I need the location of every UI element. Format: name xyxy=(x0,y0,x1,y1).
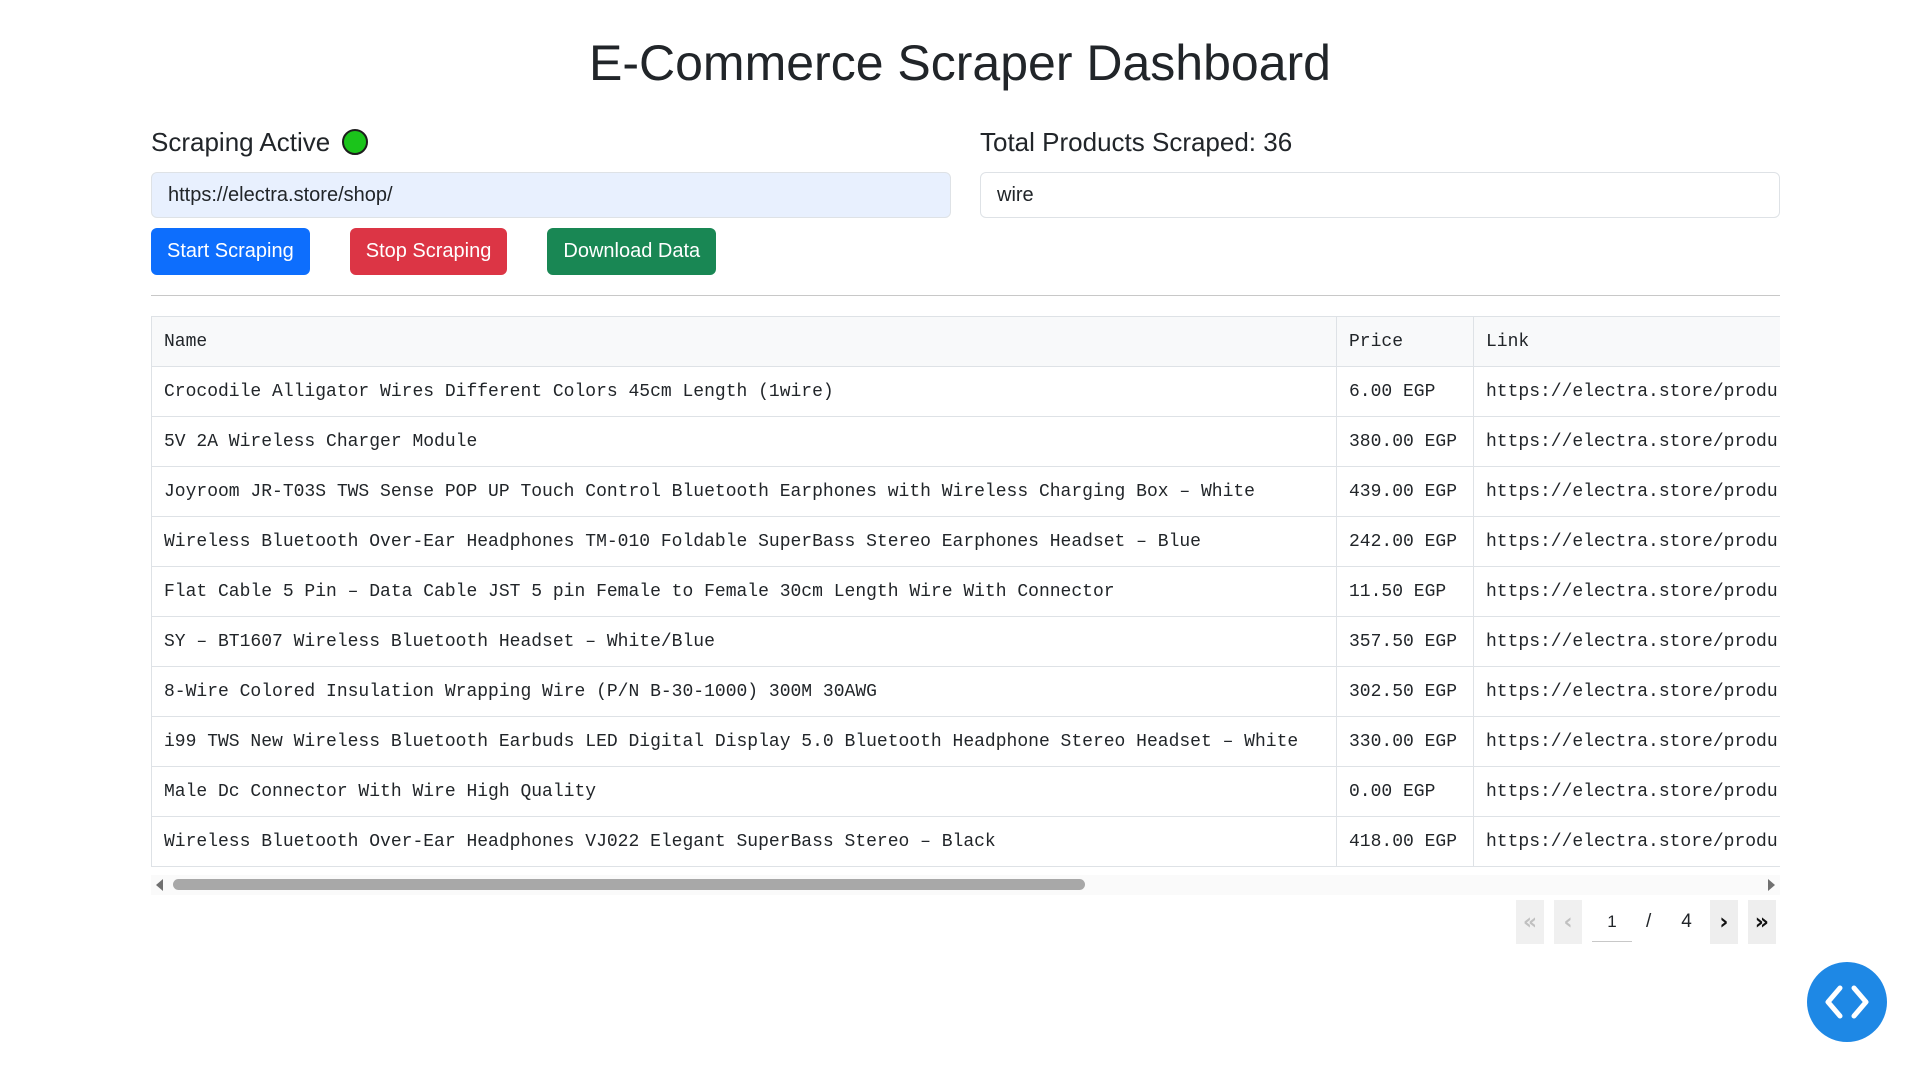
prev-page-button[interactable]: ‹ xyxy=(1554,900,1582,944)
table-row: Wireless Bluetooth Over-Ear Headphones T… xyxy=(151,516,1780,567)
products-table: Name Price Link Crocodile Alligator Wire… xyxy=(151,316,1780,867)
table-row: Wireless Bluetooth Over-Ear Headphones V… xyxy=(151,816,1780,867)
scroll-left-arrow-icon[interactable] xyxy=(156,879,163,891)
action-buttons: Start Scraping Stop Scraping Download Da… xyxy=(151,228,756,275)
cell-link[interactable]: https://electra.store/produ xyxy=(1473,516,1780,567)
stop-scraping-button[interactable]: Stop Scraping xyxy=(349,228,508,275)
last-page-button[interactable]: » xyxy=(1747,900,1776,944)
left-column: Scraping Active xyxy=(151,122,951,218)
cell-name: Wireless Bluetooth Over-Ear Headphones T… xyxy=(151,516,1337,567)
cell-name: Crocodile Alligator Wires Different Colo… xyxy=(151,366,1337,417)
scrollbar-thumb[interactable] xyxy=(173,879,1085,890)
pagination: « ‹ / 4 › » xyxy=(1516,900,1786,944)
cell-name: Flat Cable 5 Pin – Data Cable JST 5 pin … xyxy=(151,566,1337,617)
cell-link[interactable]: https://electra.store/produ xyxy=(1473,466,1780,517)
next-page-button[interactable]: › xyxy=(1709,900,1738,944)
cell-price: 11.50 EGP xyxy=(1336,566,1474,617)
column-header-name[interactable]: Name xyxy=(151,316,1337,367)
status-indicator-icon xyxy=(342,129,369,155)
cell-price: 439.00 EGP xyxy=(1336,466,1474,517)
cell-name: Wireless Bluetooth Over-Ear Headphones V… xyxy=(151,816,1337,867)
table-header-row: Name Price Link xyxy=(151,316,1780,367)
cell-name: Joyroom JR-T03S TWS Sense POP UP Touch C… xyxy=(151,466,1337,517)
current-page-input[interactable] xyxy=(1592,902,1632,942)
scraping-status: Scraping Active xyxy=(151,122,951,162)
products-table-container: Name Price Link Crocodile Alligator Wire… xyxy=(151,316,1780,894)
cell-price: 380.00 EGP xyxy=(1336,416,1474,467)
code-fab-button[interactable] xyxy=(1807,962,1887,1042)
table-row: Joyroom JR-T03S TWS Sense POP UP Touch C… xyxy=(151,466,1780,517)
chevron-left-icon: ‹ xyxy=(1563,909,1573,935)
cell-link[interactable]: https://electra.store/produ xyxy=(1473,366,1780,417)
cell-link[interactable]: https://electra.store/produ xyxy=(1473,816,1780,867)
cell-price: 418.00 EGP xyxy=(1336,816,1474,867)
table-row: Flat Cable 5 Pin – Data Cable JST 5 pin … xyxy=(151,566,1780,617)
table-row: Crocodile Alligator Wires Different Colo… xyxy=(151,366,1780,417)
table-row: 8-Wire Colored Insulation Wrapping Wire … xyxy=(151,666,1780,717)
total-pages: 4 xyxy=(1681,911,1692,932)
cell-name: 8-Wire Colored Insulation Wrapping Wire … xyxy=(151,666,1337,717)
dashboard-page: E-Commerce Scraper Dashboard Scraping Ac… xyxy=(0,0,1920,1080)
start-scraping-button[interactable]: Start Scraping xyxy=(151,228,310,275)
page-separator: / xyxy=(1646,911,1652,932)
right-column: Total Products Scraped: 36 xyxy=(980,122,1780,218)
table-row: SY – BT1607 Wireless Bluetooth Headset –… xyxy=(151,616,1780,667)
cell-name: Male Dc Connector With Wire High Quality xyxy=(151,766,1337,817)
column-header-price[interactable]: Price xyxy=(1336,316,1474,367)
url-input[interactable] xyxy=(151,172,951,218)
cell-price: 357.50 EGP xyxy=(1336,616,1474,667)
cell-name: 5V 2A Wireless Charger Module xyxy=(151,416,1337,467)
page-title: E-Commerce Scraper Dashboard xyxy=(589,35,1331,91)
cell-link[interactable]: https://electra.store/produ xyxy=(1473,416,1780,467)
column-header-link[interactable]: Link xyxy=(1473,316,1780,367)
cell-price: 302.50 EGP xyxy=(1336,666,1474,717)
cell-link[interactable]: https://electra.store/produ xyxy=(1473,616,1780,667)
table-row: i99 TWS New Wireless Bluetooth Earbuds L… xyxy=(151,716,1780,767)
total-products-label: Total Products Scraped: 36 xyxy=(980,126,1293,157)
scraping-status-label: Scraping Active xyxy=(151,126,331,157)
cell-name: SY – BT1607 Wireless Bluetooth Headset –… xyxy=(151,616,1337,667)
cell-price: 6.00 EGP xyxy=(1336,366,1474,417)
cell-link[interactable]: https://electra.store/produ xyxy=(1473,716,1780,767)
horizontal-scrollbar[interactable] xyxy=(151,875,1780,895)
cell-link[interactable]: https://electra.store/produ xyxy=(1473,766,1780,817)
cell-price: 0.00 EGP xyxy=(1336,766,1474,817)
cell-name: i99 TWS New Wireless Bluetooth Earbuds L… xyxy=(151,716,1337,767)
table-row: 5V 2A Wireless Charger Module 380.00 EGP… xyxy=(151,416,1780,467)
double-chevron-left-icon: « xyxy=(1522,909,1538,935)
total-products: Total Products Scraped: 36 xyxy=(980,122,1780,162)
chevron-right-icon: › xyxy=(1719,909,1729,935)
cell-price: 330.00 EGP xyxy=(1336,716,1474,767)
code-icon xyxy=(1825,985,1869,1019)
scroll-right-arrow-icon[interactable] xyxy=(1768,879,1775,891)
table-row: Male Dc Connector With Wire High Quality… xyxy=(151,766,1780,817)
first-page-button[interactable]: « xyxy=(1516,900,1544,944)
cell-link[interactable]: https://electra.store/produ xyxy=(1473,566,1780,617)
keyword-input[interactable] xyxy=(980,172,1780,218)
download-data-button[interactable]: Download Data xyxy=(547,228,717,275)
double-chevron-right-icon: » xyxy=(1754,909,1769,935)
cell-price: 242.00 EGP xyxy=(1336,516,1474,567)
divider xyxy=(151,295,1780,296)
cell-link[interactable]: https://electra.store/produ xyxy=(1473,666,1780,717)
